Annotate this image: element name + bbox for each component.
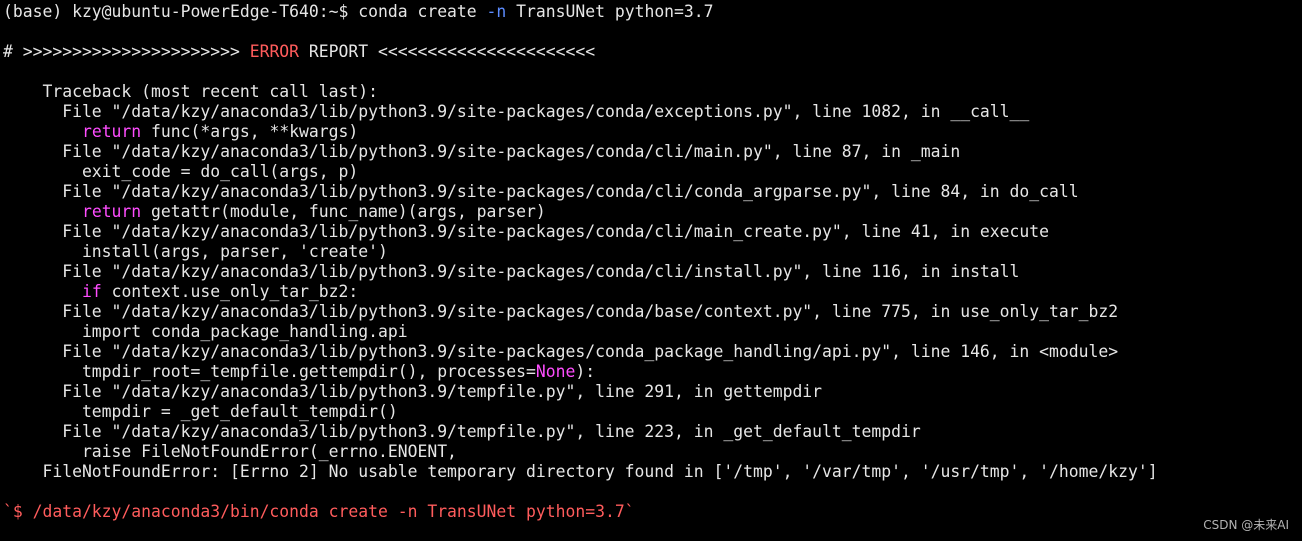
traceback-line: raise FileNotFoundError(_errno.ENOENT, [3, 442, 457, 461]
prompt-suffix: TransUNet python=3.7 [506, 2, 714, 21]
terminal-window[interactable]: (base) kzy@ubuntu-PowerEdge-T640:~$ cond… [0, 0, 1302, 541]
csdn-watermark: CSDN @未来AI [1203, 518, 1289, 532]
keyword-if: if [81, 282, 102, 301]
traceback-line: File "/data/kzy/anaconda3/lib/python3.9/… [3, 102, 1030, 121]
traceback-line: install(args, parser, 'create') [3, 242, 388, 261]
traceback-line: exit_code = do_call(args, p) [3, 162, 359, 181]
prompt-prefix: (base) kzy@ubuntu-PowerEdge-T640:~$ cond… [3, 2, 487, 21]
error-report-prefix: # >>>>>>>>>>>>>>>>>>>>>> [3, 42, 250, 61]
traceback-code: context.use_only_tar_bz2: [101, 282, 359, 301]
traceback-line: File "/data/kzy/anaconda3/lib/python3.9/… [3, 422, 921, 441]
prompt-flag: -n [486, 2, 507, 21]
keyword-return: return [81, 122, 142, 141]
traceback-code: ): [575, 362, 596, 381]
traceback-line: File "/data/kzy/anaconda3/lib/python3.9/… [3, 342, 1119, 361]
traceback-error-message: FileNotFoundError: [Errno 2] No usable t… [3, 462, 1158, 481]
traceback-line: File "/data/kzy/anaconda3/lib/python3.9/… [3, 142, 961, 161]
traceback-line: File "/data/kzy/anaconda3/lib/python3.9/… [3, 302, 1119, 321]
error-report-suffix: REPORT <<<<<<<<<<<<<<<<<<<<<< [299, 42, 596, 61]
traceback-header: Traceback (most recent call last): [3, 82, 378, 101]
traceback-line: tempdir = _get_default_tempdir() [3, 402, 398, 421]
keyword-none: None [535, 362, 576, 381]
traceback-line: File "/data/kzy/anaconda3/lib/python3.9/… [3, 182, 1079, 201]
error-report-line: # >>>>>>>>>>>>>>>>>>>>>> ERROR REPORT <<… [3, 42, 1302, 62]
traceback-code: tmpdir_root=_tempfile.gettempdir(), proc… [3, 362, 536, 381]
traceback-line: import conda_package_handling.api [3, 322, 408, 341]
traceback-line: tmpdir_root=_tempfile.gettempdir(), proc… [3, 362, 1302, 382]
command-echo: `$ /data/kzy/anaconda3/bin/conda create … [3, 502, 635, 521]
keyword-return: return [81, 202, 142, 221]
traceback-line: File "/data/kzy/anaconda3/lib/python3.9/… [3, 222, 1050, 241]
error-word: ERROR [249, 42, 300, 61]
traceback-code: getattr(module, func_name)(args, parser) [141, 202, 546, 221]
traceback-line: if context.use_only_tar_bz2: [3, 282, 1302, 302]
traceback-code: func(*args, **kwargs) [141, 122, 359, 141]
traceback-line: File "/data/kzy/anaconda3/lib/python3.9/… [3, 382, 823, 401]
prompt-line: (base) kzy@ubuntu-PowerEdge-T640:~$ cond… [3, 2, 1302, 22]
traceback-line: File "/data/kzy/anaconda3/lib/python3.9/… [3, 262, 1020, 281]
traceback-line: return func(*args, **kwargs) [3, 122, 1302, 142]
traceback-line: return getattr(module, func_name)(args, … [3, 202, 1302, 222]
